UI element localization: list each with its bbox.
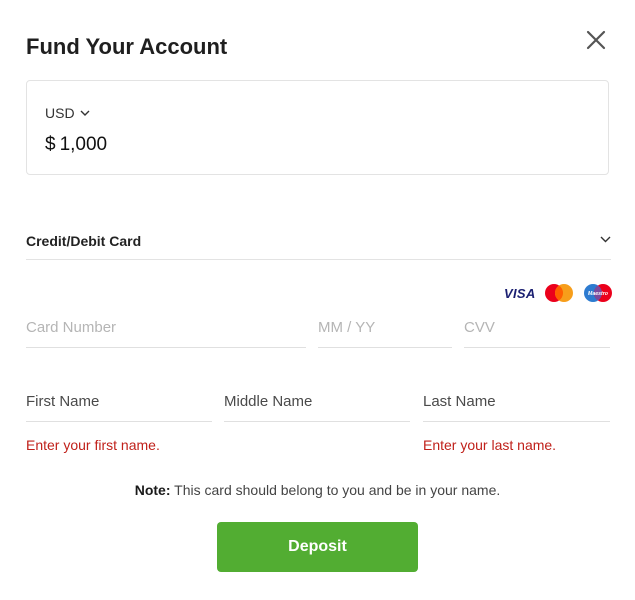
cvv-input[interactable] bbox=[464, 312, 610, 342]
amount-field[interactable]: $ bbox=[45, 134, 260, 156]
expiry-field[interactable] bbox=[318, 312, 452, 348]
last-name-error: Enter your last name. bbox=[423, 437, 557, 453]
dialog-title: Fund Your Account bbox=[26, 34, 228, 59]
currency-symbol: $ bbox=[45, 134, 56, 155]
middle-name-input[interactable] bbox=[224, 386, 410, 416]
card-number-field[interactable] bbox=[26, 312, 306, 348]
chevron-down-icon bbox=[80, 110, 90, 116]
note-label: Note: bbox=[134, 482, 171, 498]
fund-account-dialog: Fund Your Account USD $ Credit/Debit Car… bbox=[0, 0, 635, 600]
maestro-logo-text: Maestro bbox=[588, 291, 608, 297]
close-icon bbox=[586, 30, 606, 50]
payment-method-dropdown[interactable]: Credit/Debit Card bbox=[26, 225, 611, 260]
mastercard-icon bbox=[544, 284, 573, 302]
currency-label: USD bbox=[45, 105, 75, 121]
last-name-field[interactable] bbox=[423, 386, 610, 422]
amount-panel: USD $ bbox=[26, 80, 609, 175]
currency-dropdown[interactable]: USD bbox=[45, 105, 90, 121]
accepted-cards: VISA Maestro bbox=[504, 283, 614, 303]
close-button[interactable] bbox=[584, 28, 608, 52]
card-number-input[interactable] bbox=[26, 312, 306, 342]
cvv-field[interactable] bbox=[464, 312, 610, 348]
first-name-input[interactable] bbox=[26, 386, 212, 416]
payment-method-label: Credit/Debit Card bbox=[26, 233, 142, 249]
last-name-input[interactable] bbox=[423, 386, 610, 416]
visa-logo: VISA bbox=[504, 285, 536, 301]
first-name-error: Enter your first name. bbox=[26, 437, 160, 453]
maestro-icon: Maestro bbox=[583, 284, 612, 302]
first-name-field[interactable] bbox=[26, 386, 212, 422]
chevron-down-icon bbox=[600, 236, 611, 243]
note-text: This card should belong to you and be in… bbox=[174, 482, 501, 498]
deposit-button[interactable]: Deposit bbox=[217, 522, 418, 572]
expiry-input[interactable] bbox=[318, 312, 452, 342]
amount-input[interactable] bbox=[59, 134, 260, 156]
card-ownership-note: Note: This card should belong to you and… bbox=[0, 482, 635, 498]
middle-name-field[interactable] bbox=[224, 386, 410, 422]
